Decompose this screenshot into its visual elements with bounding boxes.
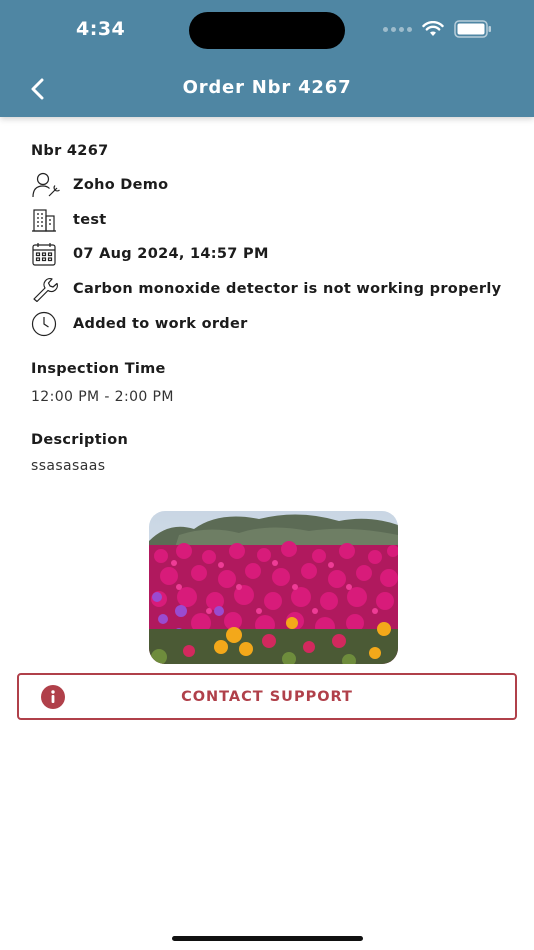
inspection-time: 12:00 PM - 2:00 PM (31, 388, 174, 405)
description-value: ssasasaas (31, 457, 106, 474)
issue-row: Carbon monoxide detector is not working … (31, 272, 511, 307)
technician-icon (31, 171, 61, 199)
wifi-icon (422, 21, 444, 36)
status-icons (383, 20, 492, 38)
order-status: Added to work order (73, 315, 248, 332)
date-row: 07 Aug 2024, 14:57 PM (31, 237, 511, 272)
contact-support-label: CONTACT SUPPORT (181, 688, 353, 705)
inspection-label: Inspection Time (31, 360, 166, 377)
wrench-icon (31, 275, 61, 303)
order-number: Nbr 4267 (31, 143, 109, 159)
app-header: 4:34 Order Nbr 4267 (0, 0, 534, 117)
info-icon (41, 685, 65, 709)
status-row: Added to work order (31, 306, 511, 341)
issue-description: Carbon monoxide detector is not working … (73, 281, 502, 298)
calendar-icon (31, 240, 61, 268)
building-name: test (73, 211, 107, 228)
signal-icon (383, 26, 412, 32)
customer-name: Zoho Demo (73, 177, 169, 194)
order-date: 07 Aug 2024, 14:57 PM (73, 246, 269, 263)
battery-icon (454, 20, 491, 38)
description-label: Description (31, 431, 129, 448)
status-time: 4:34 (76, 18, 126, 40)
clock-icon (31, 310, 61, 338)
inspection-section: Inspection Time 12:00 PM - 2:00 PM (31, 361, 511, 405)
building-row: test (31, 203, 511, 238)
order-details: Nbr 4267 Zoho Demo test 07 Aug 2024, 14:… (31, 143, 511, 474)
home-indicator[interactable] (172, 936, 363, 941)
description-section: Description ssasasaas (31, 432, 511, 474)
contact-support-button[interactable]: CONTACT SUPPORT (17, 673, 517, 720)
page-title: Order Nbr 4267 (182, 77, 352, 98)
flowers-image (149, 511, 398, 664)
order-photo[interactable] (149, 511, 398, 664)
dynamic-island (189, 12, 345, 49)
customer-row: Zoho Demo (31, 168, 511, 203)
building-icon (31, 206, 61, 234)
